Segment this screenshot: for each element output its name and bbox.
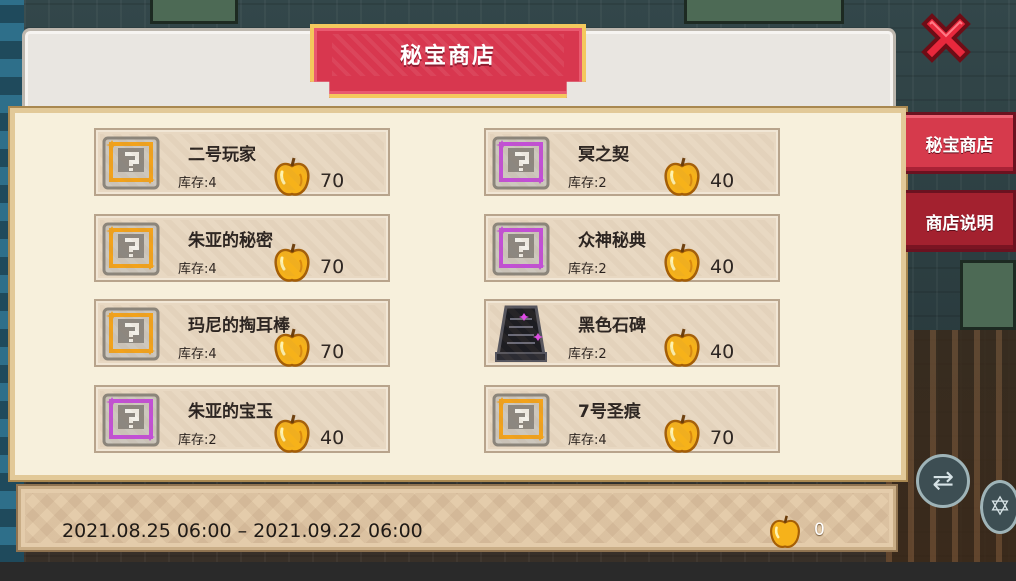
- golden-apple-icon: [664, 328, 700, 367]
- item-price: 70: [320, 256, 345, 278]
- item-icon: [488, 218, 554, 280]
- close-x-icon: [921, 13, 971, 63]
- item-price: 70: [320, 170, 345, 192]
- item-name: 朱亚的宝玉: [188, 402, 273, 422]
- shop-item-card[interactable]: 朱亚的宝玉库存:2 40: [94, 385, 390, 453]
- item-name: 7号圣痕: [578, 402, 641, 422]
- close-button[interactable]: [918, 10, 974, 66]
- item-name: 黑色石碑: [578, 316, 646, 336]
- tab-secret-shop[interactable]: 秘宝商店: [906, 112, 1016, 174]
- item-stock: 库存:4: [178, 262, 217, 277]
- question-block-icon: [102, 307, 160, 361]
- golden-apple-icon: [274, 414, 310, 453]
- item-stock: 库存:4: [568, 433, 607, 448]
- background-tile: [960, 260, 1016, 330]
- golden-apple-icon: [664, 243, 700, 282]
- golden-apple-icon: [274, 328, 310, 367]
- item-name: 众神秘典: [578, 231, 646, 251]
- shop-item-card[interactable]: 朱亚的秘密库存:4 70: [94, 214, 390, 282]
- question-block-icon: [102, 136, 160, 190]
- item-price-icon: [272, 413, 312, 455]
- shop-item-card[interactable]: 7号圣痕库存:4 70: [484, 385, 780, 453]
- item-price-icon: [272, 242, 312, 284]
- item-price-icon: [662, 327, 702, 369]
- item-price: 40: [320, 427, 345, 449]
- chat-strip: [0, 562, 1016, 581]
- item-icon: [98, 389, 164, 451]
- item-stock: 库存:4: [178, 347, 217, 362]
- background-tile: [684, 0, 844, 24]
- golden-apple-icon: [768, 514, 802, 550]
- shop-period: 2021.08.25 06:00 – 2021.09.22 06:00: [62, 520, 423, 542]
- item-stock: 库存:2: [568, 176, 607, 191]
- shop-item-card[interactable]: 玛尼的掏耳棒 库存:4 70: [94, 299, 390, 367]
- item-price: 70: [320, 341, 345, 363]
- golden-apple-icon: [664, 157, 700, 196]
- shop-item-card[interactable]: 黑色石碑库存:2 40: [484, 299, 780, 367]
- golden-apple-icon: [664, 414, 700, 453]
- swap-icon[interactable]: ⇄: [916, 454, 970, 508]
- item-icon: [488, 303, 554, 365]
- shop-item-card[interactable]: 众神秘典库存:2 40: [484, 214, 780, 282]
- item-stock: 库存:2: [178, 433, 217, 448]
- shop-item-card[interactable]: 二号玩家库存:4 70: [94, 128, 390, 196]
- item-stock: 库存:4: [178, 176, 217, 191]
- item-price-icon: [662, 242, 702, 284]
- item-icon: [98, 303, 164, 365]
- item-price: 40: [710, 170, 735, 192]
- golden-apple-icon: [274, 157, 310, 196]
- item-price-icon: [662, 413, 702, 455]
- item-price: 40: [710, 256, 735, 278]
- item-price-icon: [662, 156, 702, 198]
- tab-shop-info[interactable]: 商店说明: [906, 190, 1016, 252]
- question-block-icon: [492, 136, 550, 190]
- shop-title: 秘宝商店: [399, 44, 496, 69]
- question-block-icon: [102, 222, 160, 276]
- item-price: 70: [710, 427, 735, 449]
- item-stock: 库存:2: [568, 262, 607, 277]
- item-name: 二号玩家: [188, 145, 256, 165]
- question-block-icon: [102, 393, 160, 447]
- item-stock: 库存:2: [568, 347, 607, 362]
- item-price-icon: [272, 156, 312, 198]
- black-tablet-icon: [495, 305, 547, 362]
- currency-balance: 0: [814, 520, 825, 540]
- item-name: 冥之契: [578, 145, 629, 165]
- item-icon: [488, 132, 554, 194]
- star-of-david-icon[interactable]: ✡: [980, 480, 1016, 534]
- question-block-icon: [492, 393, 550, 447]
- item-price-icon: [272, 327, 312, 369]
- item-icon: [98, 218, 164, 280]
- background-tile: [150, 0, 238, 24]
- item-name: 朱亚的秘密: [188, 231, 273, 251]
- question-block-icon: [492, 222, 550, 276]
- item-price: 40: [710, 341, 735, 363]
- item-icon: [488, 389, 554, 451]
- shop-item-card[interactable]: 冥之契库存:2 40: [484, 128, 780, 196]
- item-icon: [98, 132, 164, 194]
- golden-apple-icon: [274, 243, 310, 282]
